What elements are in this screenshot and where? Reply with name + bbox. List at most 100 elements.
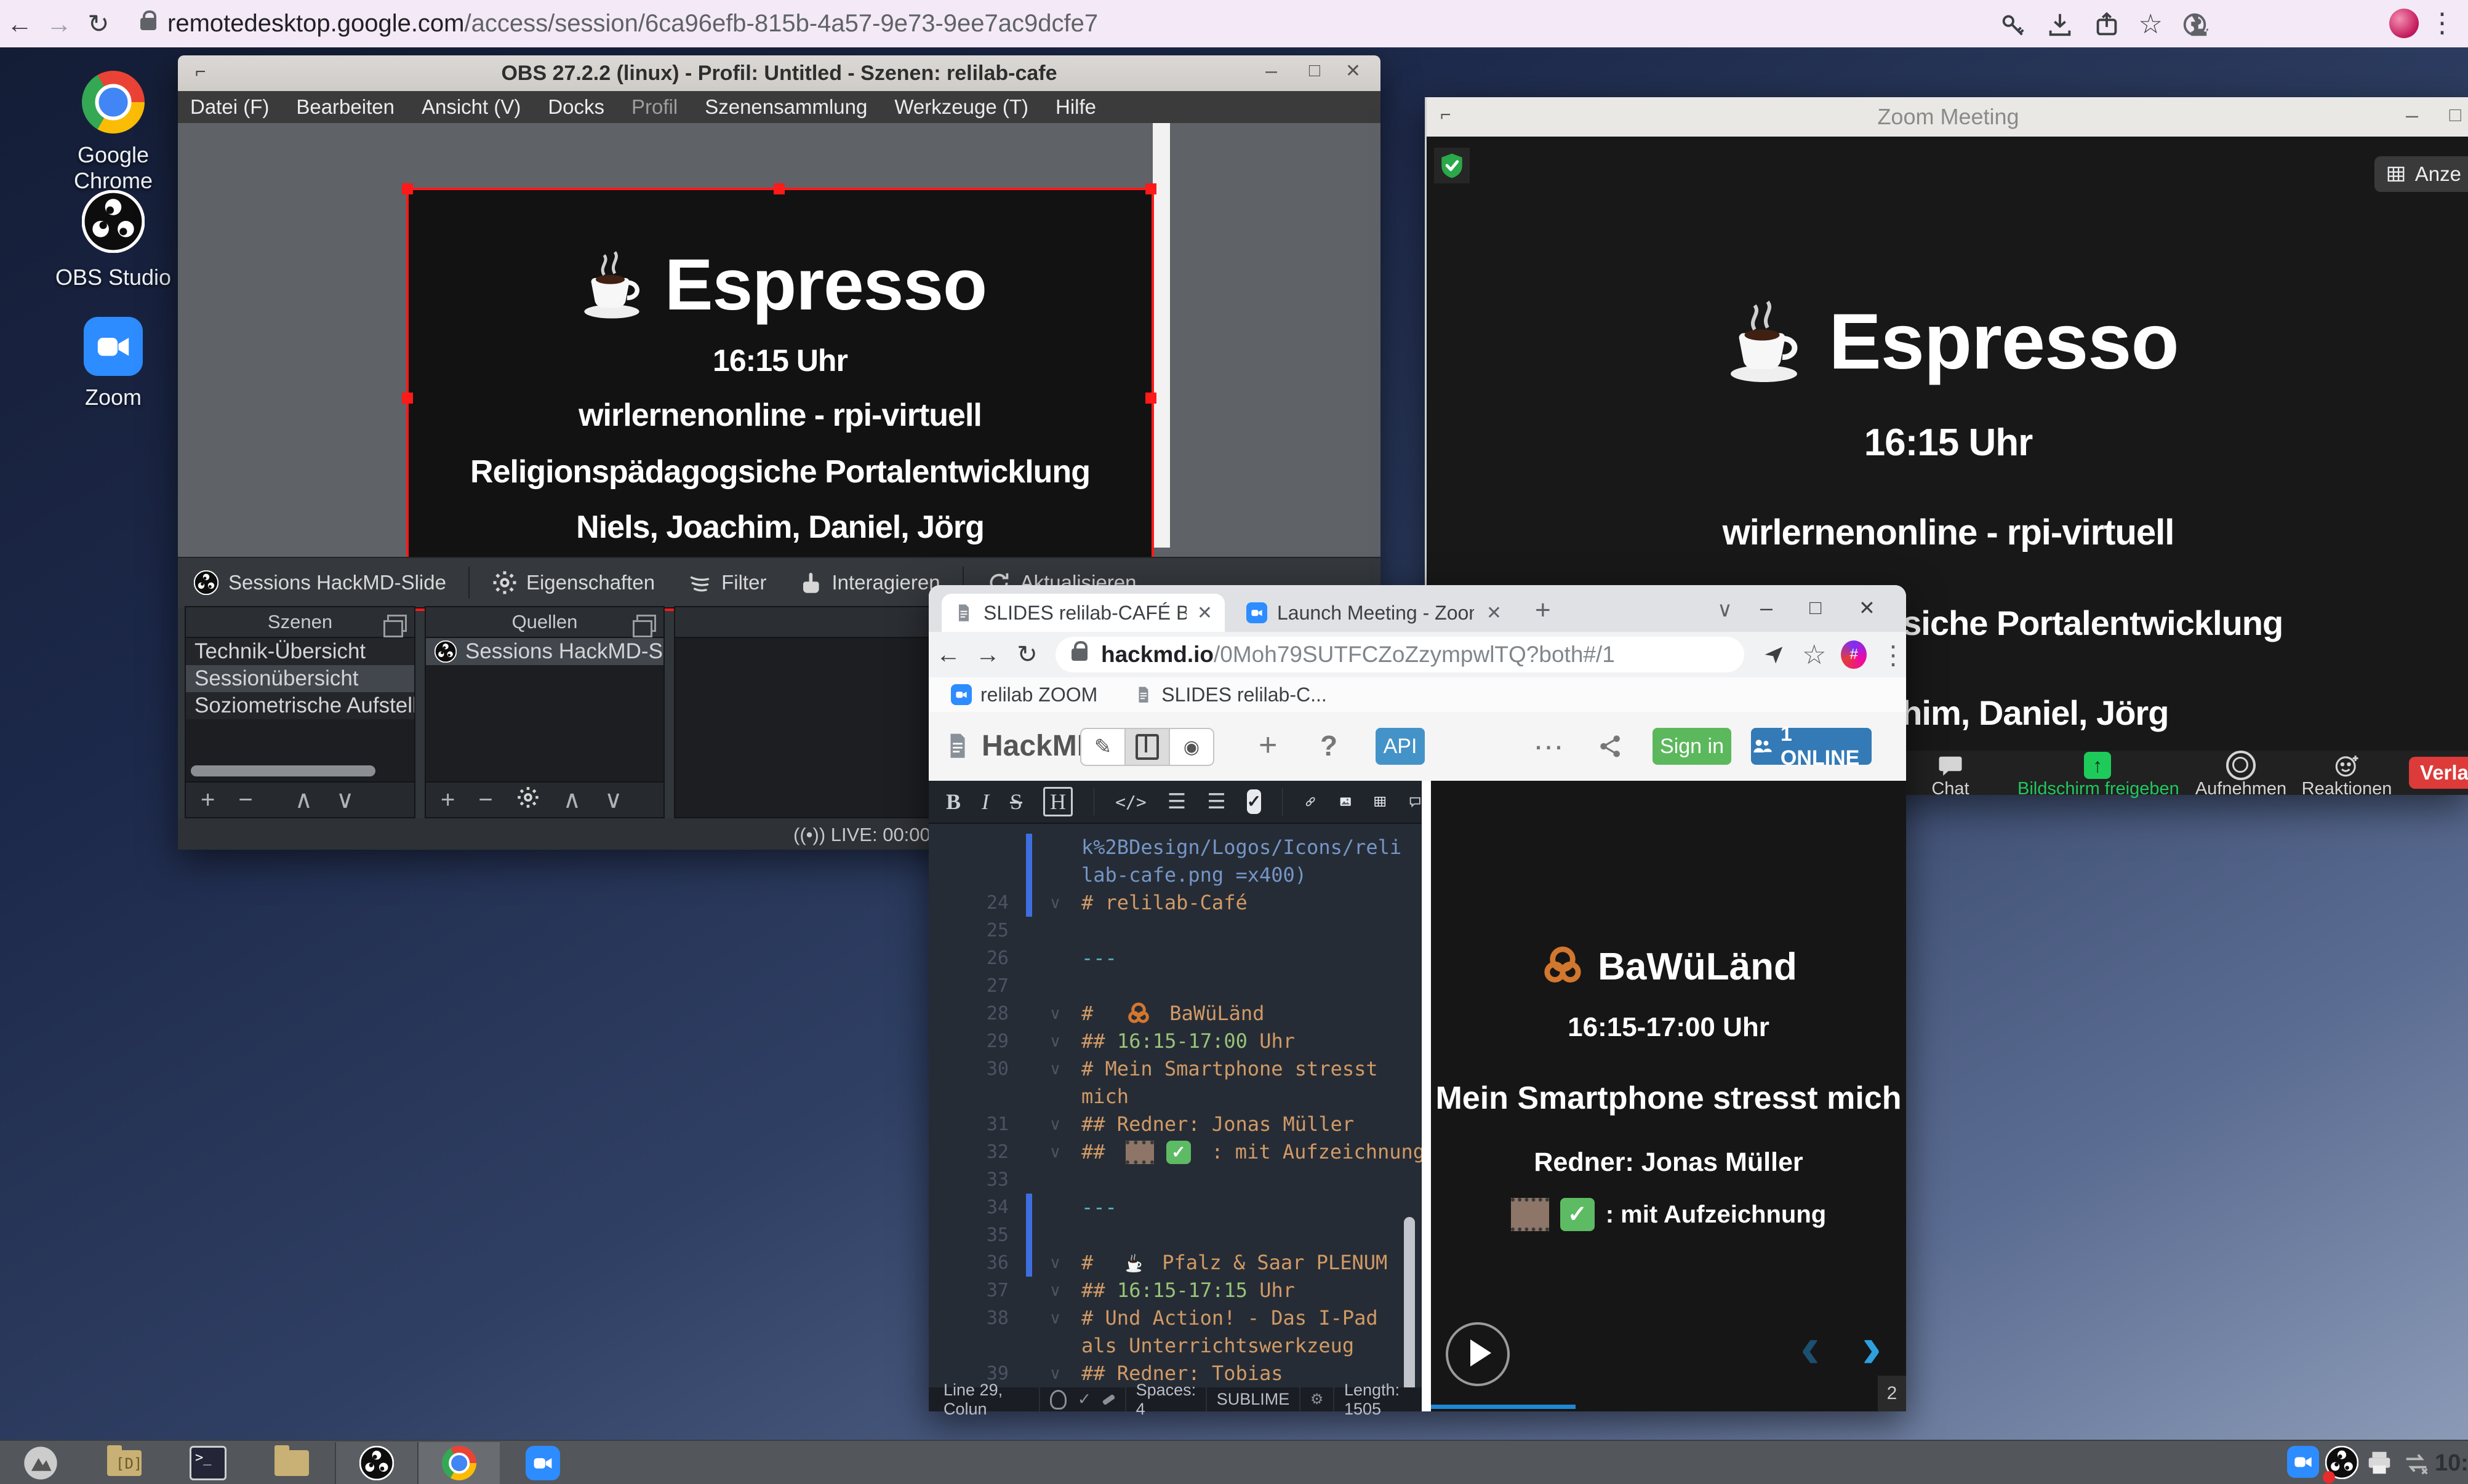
table-button[interactable] xyxy=(1373,789,1387,814)
menu-profil[interactable]: Profil xyxy=(631,95,678,119)
crop-handle[interactable] xyxy=(402,183,413,194)
tab-search-icon[interactable]: ∨ xyxy=(1717,597,1733,622)
star-icon[interactable]: ☆ xyxy=(1802,639,1826,671)
remove-source-button[interactable]: − xyxy=(478,786,492,814)
desktop-icon-zoom[interactable]: Zoom xyxy=(39,317,187,410)
move-down-button[interactable]: ∨ xyxy=(604,786,622,814)
new-tab-button[interactable]: + xyxy=(1535,595,1551,626)
menu-werkzeuge[interactable]: Werkzeuge (T) xyxy=(894,95,1028,119)
wrench-icon[interactable]: ⚙ xyxy=(1310,1390,1324,1408)
zoom-title-bar[interactable]: ⌐ Zoom Meeting – □ xyxy=(1427,97,2468,137)
more-options-icon[interactable]: … xyxy=(1532,720,1565,757)
desktop-icon-obs[interactable]: OBS Studio xyxy=(39,190,187,290)
tab-zoom[interactable]: Launch Meeting - Zoom ✕ xyxy=(1234,594,1514,632)
dock-tab-filter[interactable]: Filter xyxy=(687,570,766,596)
bullet-list-button[interactable]: ☰ xyxy=(1168,789,1186,814)
popout-icon[interactable] xyxy=(387,615,407,632)
bookmark-relilab-zoom[interactable]: relilab ZOOM xyxy=(980,684,1097,706)
share-icon[interactable] xyxy=(1597,733,1624,760)
split-mode-button[interactable] xyxy=(1124,729,1170,765)
sign-in-button[interactable]: Sign in xyxy=(1653,728,1731,765)
strikethrough-button[interactable]: S xyxy=(1010,789,1022,815)
menu-bearbeiten[interactable]: Bearbeiten xyxy=(296,95,395,119)
help-button[interactable]: ? xyxy=(1320,729,1337,762)
comment-button[interactable] xyxy=(1408,789,1422,814)
security-shield-icon[interactable] xyxy=(1434,148,1470,183)
reactions-button[interactable]: Reaktionen xyxy=(2282,753,2411,799)
view-button[interactable]: Anze xyxy=(2374,156,2468,192)
close-tab-icon[interactable]: ✕ xyxy=(1197,602,1212,624)
scene-item-selected[interactable]: Sessionübersicht xyxy=(186,665,414,692)
maximize-icon[interactable]: □ xyxy=(1809,596,1821,619)
send-to-device-icon[interactable] xyxy=(1761,641,1786,668)
clock[interactable]: 10:37 xyxy=(2435,1450,2468,1477)
close-icon[interactable]: ✕ xyxy=(1859,596,1875,620)
tray-obs-icon[interactable] xyxy=(2325,1446,2358,1482)
avatar[interactable] xyxy=(2389,9,2419,38)
pane-divider[interactable] xyxy=(1422,781,1431,1411)
desktop-icon-chrome[interactable]: Google Chrome xyxy=(39,71,187,194)
refresh-icon[interactable]: ↻ xyxy=(1008,640,1047,669)
download-icon[interactable] xyxy=(2045,10,2075,39)
share-icon[interactable] xyxy=(2092,10,2121,39)
maximize-icon[interactable]: □ xyxy=(2450,103,2461,126)
obs-title-bar[interactable]: ⌐ OBS 27.2.2 (linux) - Profil: Untitled … xyxy=(178,55,1380,91)
source-properties-button[interactable] xyxy=(516,786,540,815)
task-list-button[interactable]: ✓ xyxy=(1247,789,1261,814)
scene-item[interactable]: Technik-Übersicht xyxy=(186,638,414,665)
close-tab-icon[interactable]: ✕ xyxy=(1486,602,1502,624)
lightbulb-icon[interactable] xyxy=(1050,1390,1067,1410)
extensions-icon[interactable] xyxy=(2180,10,2210,39)
play-button[interactable] xyxy=(1446,1322,1510,1386)
menu-hilfe[interactable]: Hilfe xyxy=(1056,95,1096,119)
scrollbar-vertical[interactable] xyxy=(1404,1217,1415,1387)
source-item-selected[interactable]: Sessions HackMD-Slid xyxy=(426,638,663,665)
numbered-list-button[interactable]: ☰ xyxy=(1207,789,1225,814)
api-button[interactable]: API xyxy=(1376,728,1425,765)
view-mode-button[interactable]: ◉ xyxy=(1170,729,1213,765)
quellen-header[interactable]: Quellen xyxy=(426,607,663,638)
bookmark-slides[interactable]: SLIDES relilab-C... xyxy=(1161,684,1327,706)
refresh-icon[interactable]: ↻ xyxy=(79,9,118,39)
heading-button[interactable]: H xyxy=(1043,787,1073,816)
scrollbar-horizontal[interactable] xyxy=(191,765,375,776)
add-source-button[interactable]: + xyxy=(441,786,455,814)
menu-ansicht[interactable]: Ansicht (V) xyxy=(422,95,521,119)
new-note-button[interactable]: + xyxy=(1259,727,1277,764)
crop-handle[interactable] xyxy=(774,183,785,194)
taskbar-screenshot-folder[interactable]: [D] xyxy=(84,1442,165,1484)
next-slide-icon[interactable]: › xyxy=(1862,1314,1881,1381)
taskbar-chrome[interactable] xyxy=(419,1442,500,1484)
menu-dots-icon[interactable]: ⋮ xyxy=(1880,640,1906,670)
menu-szenensammlung[interactable]: Szenensammlung xyxy=(705,95,867,119)
leave-meeting-button[interactable]: Verlas xyxy=(2409,757,2468,789)
remove-scene-button[interactable]: − xyxy=(238,786,252,814)
dock-tab-sessions[interactable]: Sessions HackMD-Slide xyxy=(194,570,446,595)
url-host[interactable]: remotedesktop.google.com xyxy=(167,10,465,38)
dock-tab-eigenschaften[interactable]: Eigenschaften xyxy=(492,570,655,596)
crop-handle[interactable] xyxy=(1145,393,1156,404)
move-down-button[interactable]: ∨ xyxy=(336,786,354,814)
minimize-icon[interactable]: – xyxy=(2406,102,2418,128)
share-screen-button[interactable]: ↑ Bildschirm freigeben xyxy=(2017,753,2178,799)
link-button[interactable] xyxy=(1304,789,1317,814)
menu-dots-icon[interactable]: ⋮ xyxy=(2429,7,2456,39)
star-icon[interactable]: ☆ xyxy=(2139,9,2163,40)
edit-mode-button[interactable]: ✎ xyxy=(1081,729,1124,765)
url-path[interactable]: /access/session/6ca96efb-815b-4a57-9e73-… xyxy=(465,10,1099,38)
prev-slide-icon[interactable]: ‹ xyxy=(1800,1314,1820,1381)
tab-slides[interactable]: SLIDES relilab-CAFÉ Breakou ✕ xyxy=(942,594,1225,632)
taskbar-zoom[interactable] xyxy=(502,1442,583,1484)
forward-icon[interactable]: → xyxy=(968,641,1008,669)
markdown-editor[interactable]: B I S H </> ☰ ☰ ✓ k%2BDesign/Logos/Icons… xyxy=(929,781,1422,1387)
taskbar-terminal[interactable]: >_ xyxy=(167,1442,249,1484)
crop-handle[interactable] xyxy=(1145,183,1156,194)
taskbar-obs[interactable] xyxy=(335,1442,419,1484)
bold-button[interactable]: B xyxy=(946,789,961,815)
italic-button[interactable]: I xyxy=(982,789,989,815)
forward-icon[interactable]: → xyxy=(39,9,79,39)
brush-icon[interactable] xyxy=(1102,1394,1116,1405)
menu-datei[interactable]: Datei (F) xyxy=(190,95,269,119)
tray-network-icon[interactable] xyxy=(2402,1448,2431,1481)
tray-printer-icon[interactable] xyxy=(2365,1448,2394,1481)
